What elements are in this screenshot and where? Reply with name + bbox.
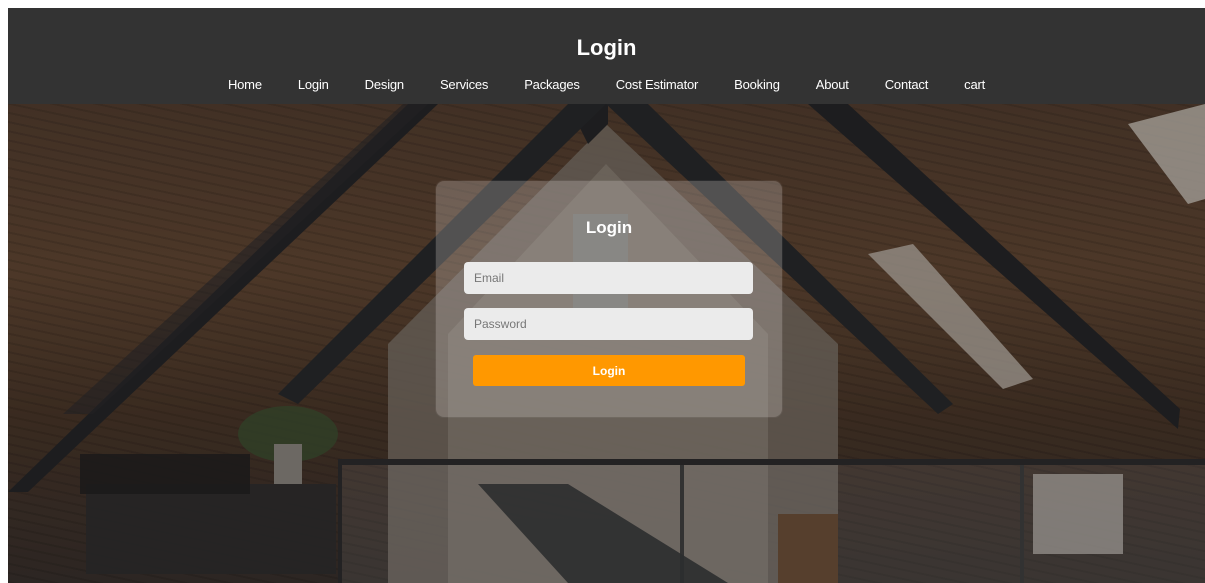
email-field[interactable] (464, 262, 753, 294)
nav-link-about[interactable]: About (798, 77, 867, 92)
nav-link-cost-estimator[interactable]: Cost Estimator (598, 77, 716, 92)
nav-link-services[interactable]: Services (422, 77, 506, 92)
nav-link-home[interactable]: Home (210, 77, 280, 92)
login-card: Login Login (436, 181, 782, 417)
login-button[interactable]: Login (473, 355, 745, 386)
nav-link-login[interactable]: Login (280, 77, 347, 92)
password-field[interactable] (464, 308, 753, 340)
page-frame: Login Home Login Design Services Package… (8, 8, 1205, 583)
nav-link-packages[interactable]: Packages (506, 77, 598, 92)
login-card-title: Login (585, 218, 633, 237)
nav-link-design[interactable]: Design (347, 77, 422, 92)
nav-link-cart[interactable]: cart (946, 77, 1003, 92)
page-title: Login (576, 35, 637, 60)
main-nav: Home Login Design Services Packages Cost… (8, 77, 1205, 92)
nav-link-booking[interactable]: Booking (716, 77, 798, 92)
site-header: Login Home Login Design Services Package… (8, 8, 1205, 104)
nav-link-contact[interactable]: Contact (867, 77, 946, 92)
